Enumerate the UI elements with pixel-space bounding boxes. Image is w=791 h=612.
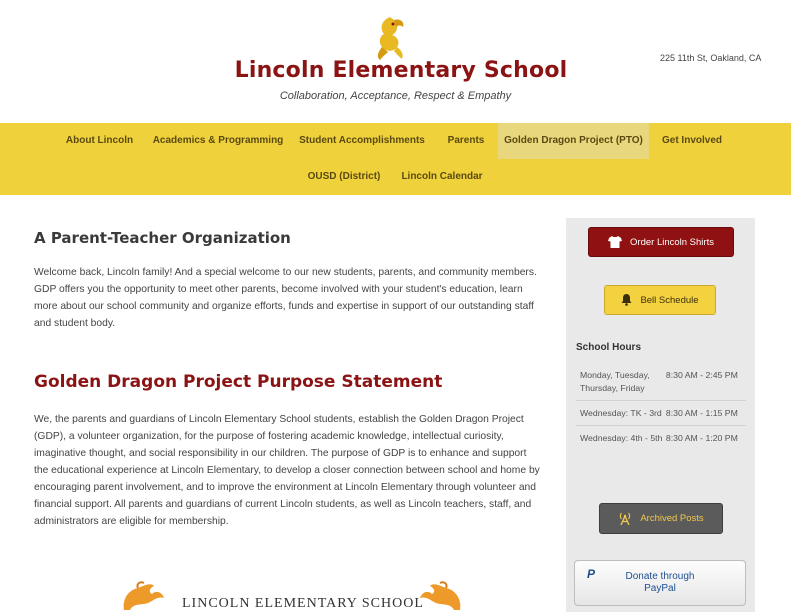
- nav-item-lincoln-calendar[interactable]: Lincoln Calendar: [394, 159, 490, 195]
- purpose-statement-heading: Golden Dragon Project Purpose Statement: [34, 372, 443, 392]
- site-header: Lincoln Elementary School Collaboration,…: [0, 0, 791, 123]
- paypal-label-line2: PayPal: [644, 583, 676, 594]
- archived-posts-button[interactable]: Archived Posts: [599, 503, 723, 534]
- dragon-left-icon: [123, 581, 164, 610]
- paypal-donate-button[interactable]: P Donate through PayPal: [574, 560, 746, 606]
- hours-day: Wednesday: 4th - 5th: [580, 433, 663, 443]
- hours-row: Wednesday: 4th - 5th 8:30 AM - 1:20 PM: [576, 425, 746, 450]
- nav-item-ousd-district[interactable]: OUSD (District): [298, 159, 390, 195]
- bell-icon: [621, 294, 632, 306]
- site-tagline: Collaboration, Acceptance, Respect & Emp…: [279, 90, 512, 102]
- dragon-right-icon: [420, 581, 461, 610]
- hours-time: 8:30 AM - 1:20 PM: [665, 433, 738, 443]
- paypal-label-line1: Donate through: [625, 571, 695, 582]
- pto-intro-paragraph: Welcome back, Lincoln family! And a spec…: [34, 267, 537, 329]
- school-hours-table: Monday, Tuesday, Thursday, Friday 8:30 A…: [576, 363, 746, 450]
- hours-day: Monday, Tuesday, Thursday, Friday: [580, 370, 650, 393]
- pto-heading: A Parent-Teacher Organization: [34, 229, 291, 247]
- paypal-icon: P: [587, 567, 596, 581]
- school-hours-title: School Hours: [576, 342, 642, 353]
- nav-item-student-accomplishments[interactable]: Student Accomplishments: [292, 123, 432, 159]
- nav-item-about-lincoln[interactable]: About Lincoln: [56, 123, 143, 159]
- archived-posts-label: Archived Posts: [640, 513, 704, 524]
- dragon-logo-icon[interactable]: [368, 14, 412, 62]
- banner-text: LINCOLN ELEMENTARY SCHOOL: [182, 596, 424, 611]
- purpose-statement-paragraph: We, the parents and guardians of Lincoln…: [34, 414, 540, 527]
- order-shirts-label: Order Lincoln Shirts: [630, 236, 714, 248]
- hours-row: Wednesday: TK - 3rd 8:30 AM - 1:15 PM: [576, 400, 746, 425]
- hours-day: Wednesday: TK - 3rd: [580, 408, 662, 418]
- bell-schedule-label: Bell Schedule: [640, 294, 699, 306]
- nav-item-parents[interactable]: Parents: [436, 123, 496, 159]
- nav-item-golden-dragon-project[interactable]: Golden Dragon Project (PTO): [498, 123, 649, 159]
- school-banner-logo: LINCOLN ELEMENTARY SCHOOL: [120, 576, 465, 612]
- order-shirts-button[interactable]: Order Lincoln Shirts: [588, 227, 734, 257]
- hours-time: 8:30 AM - 2:45 PM: [665, 370, 738, 380]
- paypal-label: Donate through PayPal: [626, 571, 695, 595]
- nav-item-academics[interactable]: Academics & Programming: [148, 123, 288, 159]
- broadcast-icon: [620, 512, 631, 525]
- nav-item-get-involved[interactable]: Get Involved: [652, 123, 732, 159]
- main-navigation: About Lincoln Academics & Programming St…: [0, 123, 791, 195]
- school-address: 225 11th St, Oakland, CA: [660, 53, 762, 63]
- hours-time: 8:30 AM - 1:15 PM: [665, 408, 738, 418]
- hours-row: Monday, Tuesday, Thursday, Friday 8:30 A…: [576, 363, 746, 400]
- sidebar: Order Lincoln Shirts Bell Schedule Schoo…: [566, 218, 755, 612]
- tshirt-icon: [608, 236, 623, 248]
- bell-schedule-button[interactable]: Bell Schedule: [604, 285, 716, 315]
